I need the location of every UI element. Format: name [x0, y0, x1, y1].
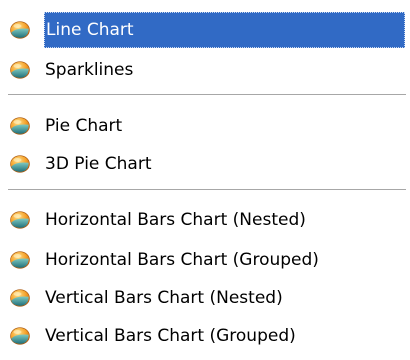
menu-item-label: Vertical Bars Chart (Nested) [45, 288, 283, 308]
menu-item-label: Sparklines [45, 60, 134, 80]
menu-item-3d-pie-chart[interactable]: 3D Pie Chart [0, 146, 410, 182]
chart-orb-icon [10, 211, 30, 229]
menu-item-vertical-bars-grouped[interactable]: Vertical Bars Chart (Grouped) [0, 318, 410, 354]
menu-item-label: Horizontal Bars Chart (Grouped) [45, 250, 319, 270]
chart-orb-icon [10, 289, 30, 307]
menu-item-horizontal-bars-grouped[interactable]: Horizontal Bars Chart (Grouped) [0, 242, 410, 278]
chart-type-menu: Line Chart Sparklines Pie Chart 3D Pie C… [0, 0, 410, 360]
chart-orb-icon [10, 117, 30, 135]
chart-orb-icon [10, 61, 30, 79]
menu-item-label: 3D Pie Chart [45, 154, 152, 174]
menu-item-sparklines[interactable]: Sparklines [0, 52, 410, 88]
menu-separator [8, 189, 406, 191]
menu-item-label: Line Chart [44, 12, 405, 48]
chart-orb-icon [10, 251, 30, 269]
menu-item-line-chart[interactable]: Line Chart [0, 12, 410, 48]
menu-item-vertical-bars-nested[interactable]: Vertical Bars Chart (Nested) [0, 280, 410, 316]
chart-orb-icon [10, 21, 30, 39]
menu-separator [8, 94, 406, 96]
menu-item-label: Pie Chart [45, 116, 123, 136]
chart-orb-icon [10, 155, 30, 173]
menu-item-pie-chart[interactable]: Pie Chart [0, 108, 410, 144]
chart-orb-icon [10, 327, 30, 345]
menu-item-label: Vertical Bars Chart (Grouped) [45, 326, 296, 346]
menu-item-label: Horizontal Bars Chart (Nested) [45, 210, 306, 230]
menu-item-horizontal-bars-nested[interactable]: Horizontal Bars Chart (Nested) [0, 202, 410, 238]
